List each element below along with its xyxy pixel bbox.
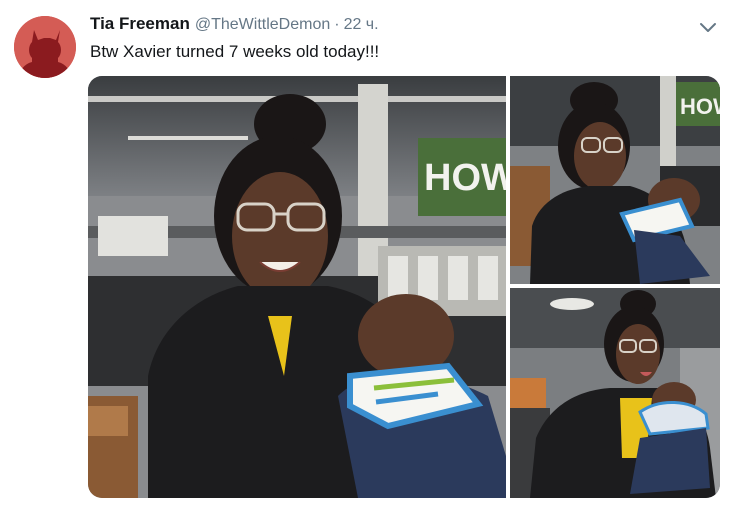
photo-bottom-right[interactable] xyxy=(510,288,720,498)
header-separator: · xyxy=(334,16,340,33)
author-name[interactable]: Tia Freeman xyxy=(90,14,190,34)
media-grid: HOW HO xyxy=(88,76,720,498)
avatar[interactable] xyxy=(14,16,76,78)
chevron-down-icon[interactable] xyxy=(698,20,718,34)
tweet-text: Btw Xavier turned 7 weeks old today!!! xyxy=(90,42,380,61)
tweet-header: Tia Freeman @TheWittleDemon · 22 ч. xyxy=(90,14,690,38)
photo-main[interactable]: HOW xyxy=(88,76,506,498)
store-sign: HOW xyxy=(424,157,506,199)
store-sign: HOW xyxy=(680,94,720,119)
author-handle[interactable]: @TheWittleDemon xyxy=(195,16,330,34)
photo-top-right[interactable]: HOW xyxy=(510,76,720,284)
tweet-timestamp[interactable]: 22 ч. xyxy=(344,16,379,34)
devil-silhouette-icon xyxy=(14,16,76,78)
tweet-card[interactable]: Tia Freeman @TheWittleDemon · 22 ч. Btw … xyxy=(0,0,730,517)
